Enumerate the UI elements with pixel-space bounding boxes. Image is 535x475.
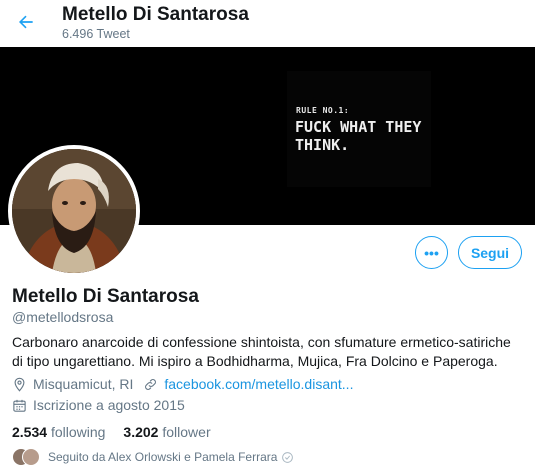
banner-big-text: FUCK WHAT THEY THINK. [295, 118, 422, 154]
banner-text-panel: RULE NO.1: FUCK WHAT THEY THINK. [287, 71, 431, 187]
back-button[interactable] [10, 6, 42, 38]
profile-handle: @metellodsrosa [12, 309, 114, 325]
profile-website-link[interactable]: facebook.com/metello.disant... [164, 376, 353, 392]
calendar-icon [13, 399, 26, 412]
avatar-portrait-image [12, 149, 136, 273]
following-label: following [50, 424, 106, 440]
avatar[interactable] [8, 145, 140, 277]
link-icon [145, 378, 157, 390]
verified-outline-icon [282, 451, 294, 463]
following-count: 2.534 [12, 424, 48, 440]
location-pin-icon [14, 377, 25, 392]
profile-joined-date: Iscrizione a agosto 2015 [33, 397, 185, 413]
profile-location: Misquamicut, RI [33, 376, 134, 392]
follower-count: 3.202 [123, 424, 159, 440]
tweet-count: 6.496 Tweet [62, 27, 130, 41]
header-title: Metello Di Santarosa [62, 4, 249, 25]
joined-row: Iscrizione a agosto 2015 [12, 397, 185, 413]
follower-label: follower [162, 424, 211, 440]
profile-bio: Carbonaro anarcoide di confessione shint… [12, 334, 511, 369]
profile-stats: 2.534 following 3.202 follower [12, 424, 229, 440]
more-options-button[interactable]: ••• [415, 236, 448, 269]
follower-avatars [12, 448, 40, 466]
location-and-link-row: Misquamicut, RI facebook.com/metello.dis… [12, 376, 353, 392]
arrow-left-icon [19, 15, 33, 29]
more-options-icon: ••• [424, 244, 439, 261]
profile-name: Metello Di Santarosa [12, 286, 199, 307]
follower-stat[interactable]: 3.202 follower [123, 424, 210, 440]
banner-small-text: RULE NO.1: [296, 106, 350, 115]
follow-button[interactable]: Segui [458, 236, 522, 269]
followed-by-row[interactable]: Seguito da Alex Orlowski e Pamela Ferrar… [12, 448, 294, 466]
profile-header: Metello Di Santarosa 6.496 Tweet [0, 0, 535, 47]
followed-by-text: Seguito da Alex Orlowski e Pamela Ferrar… [48, 450, 278, 464]
follower-avatar [22, 448, 40, 466]
following-stat[interactable]: 2.534 following [12, 424, 105, 440]
